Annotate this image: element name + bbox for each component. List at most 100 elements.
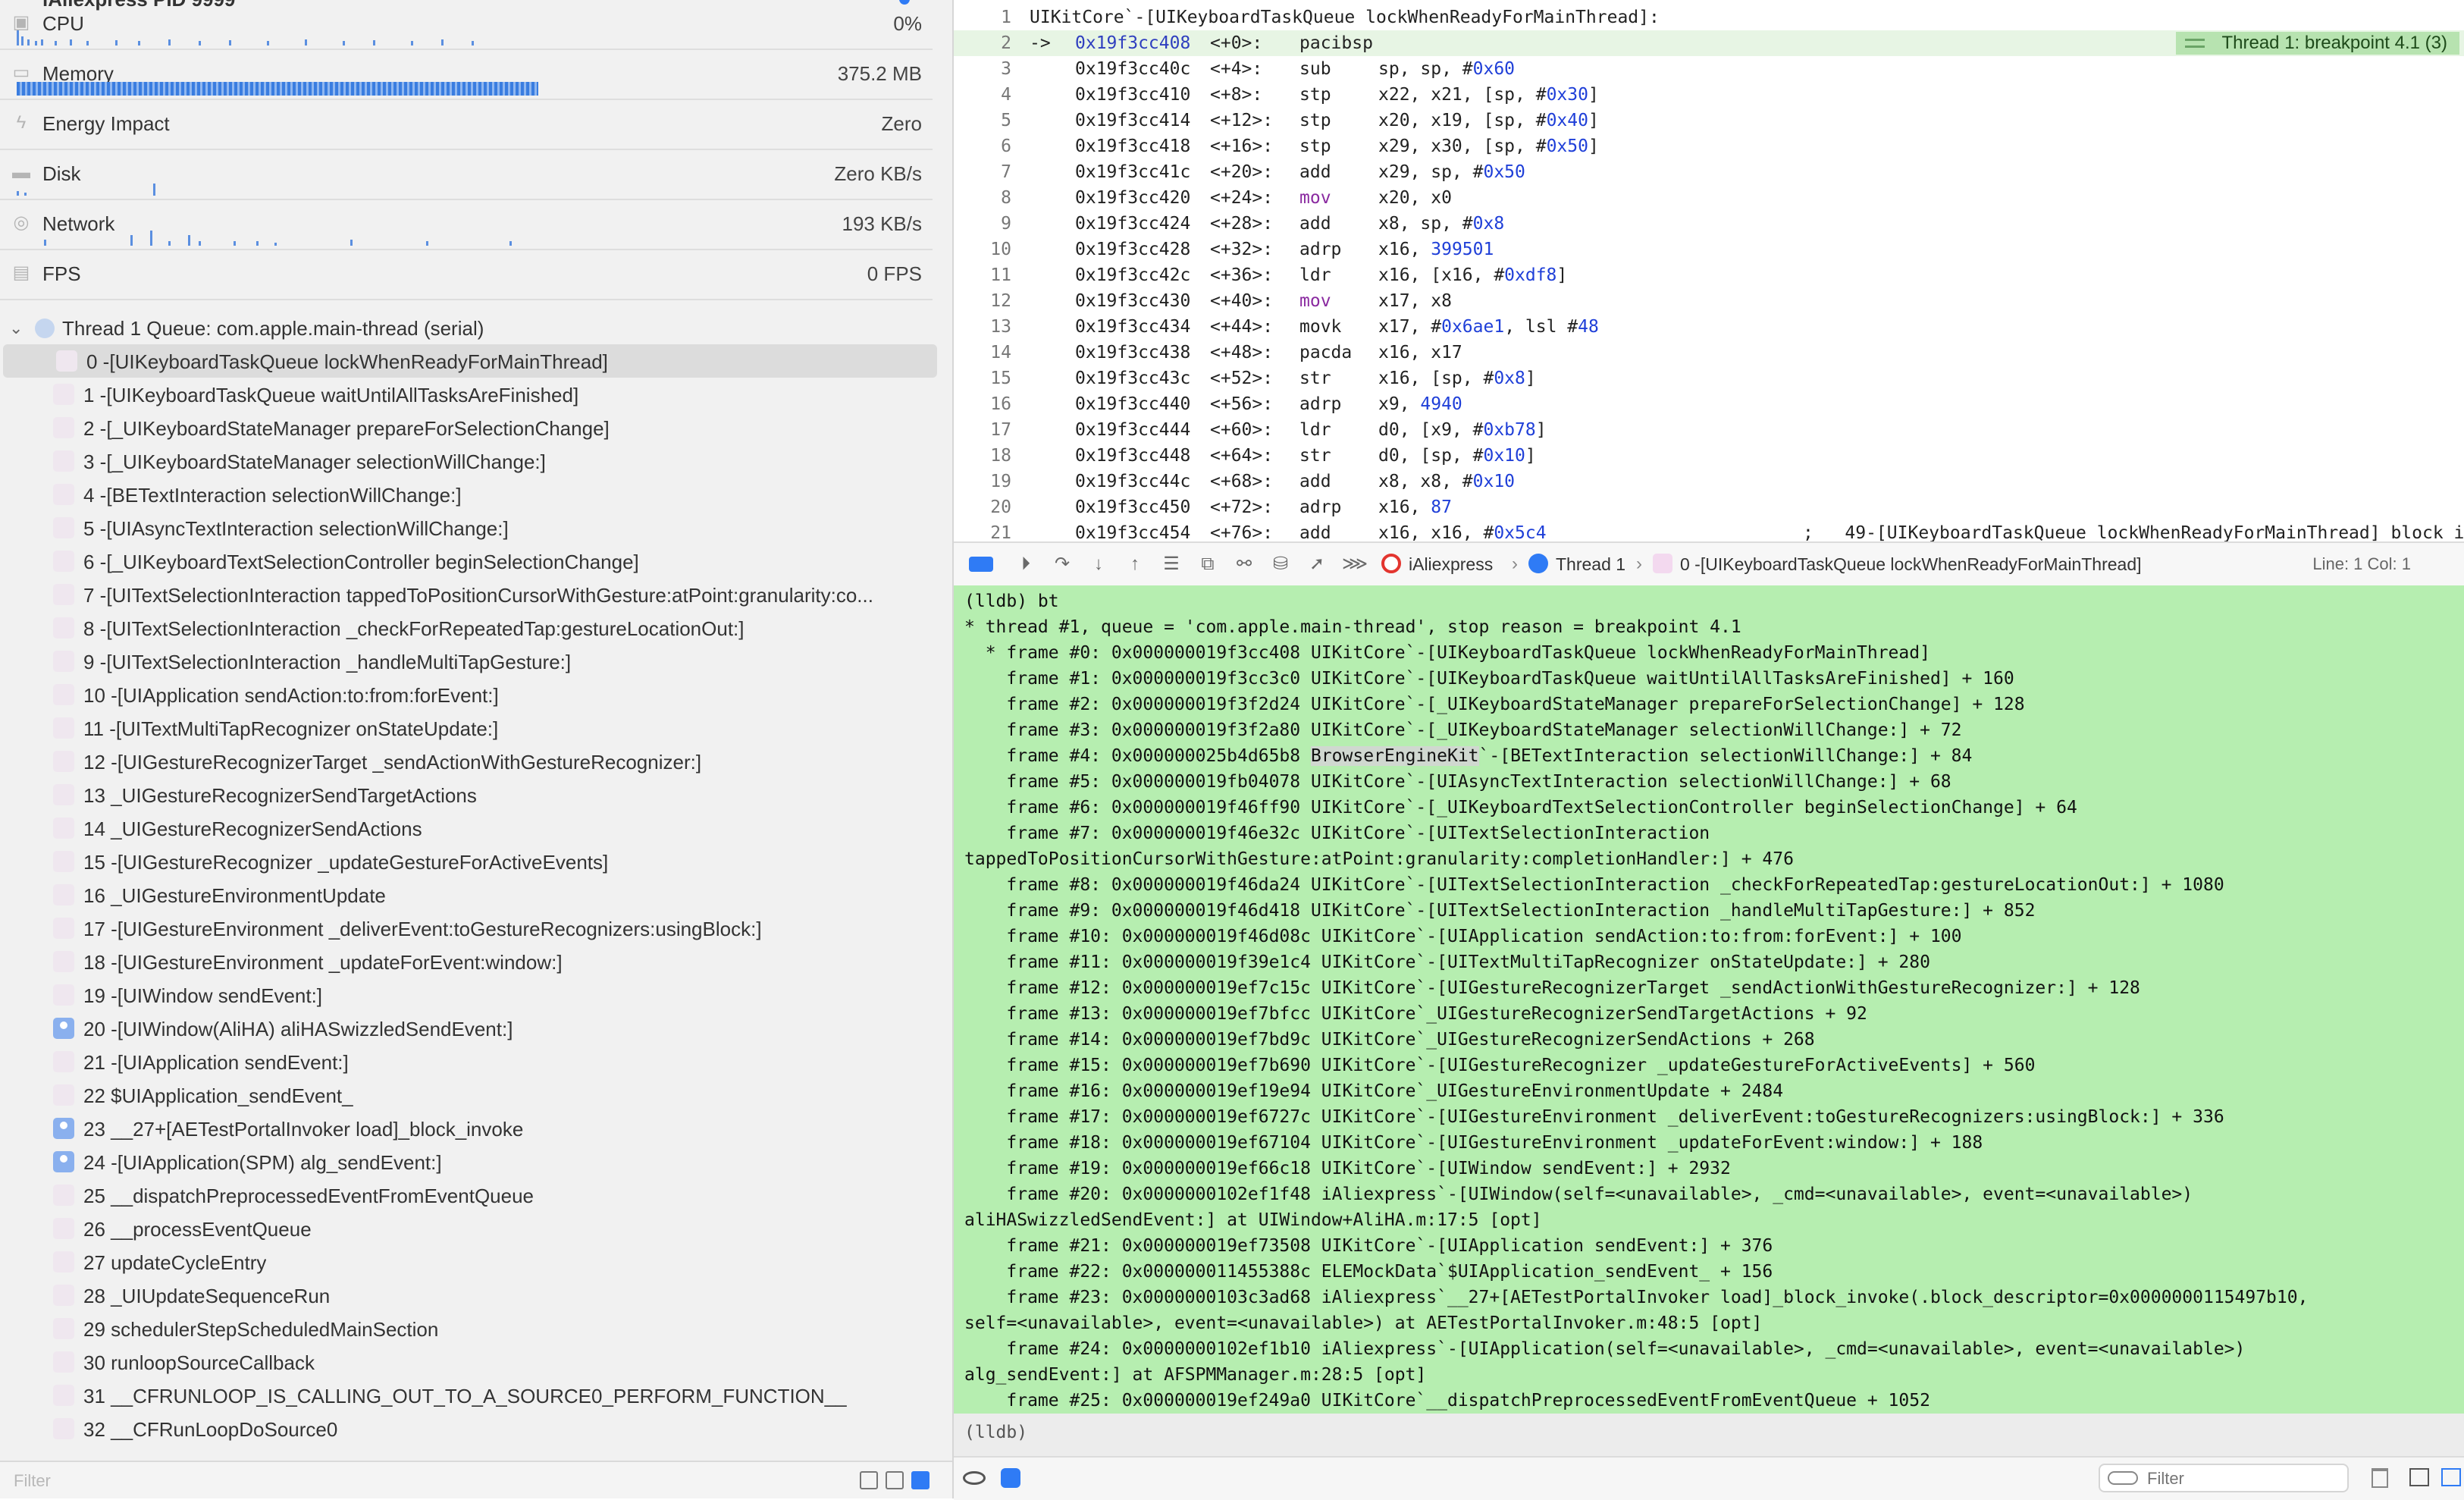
memory-graph-icon[interactable]: ⧉ xyxy=(1196,554,1219,575)
gauge-fps[interactable]: ▤ FPS 0 FPS xyxy=(0,250,933,300)
gauge-network[interactable]: ◎ Network 193 KB/s xyxy=(0,200,933,250)
code-line[interactable]: 4 0x19f3cc410 <+8>: stp x22, x21, [sp, #0x30… xyxy=(954,82,2464,108)
gauge-cpu[interactable]: ▣ CPU 0% xyxy=(0,0,933,50)
stack-frame-row[interactable]: 20 -[UIWindow(AliHA) aliHASwizzledSendEv… xyxy=(0,1012,937,1045)
gauge-disk[interactable]: ▬ Disk Zero KB/s xyxy=(0,150,933,200)
code-line[interactable]: 15 0x19f3cc43c <+52>: str x16, [sp, #0x8] xyxy=(954,366,2464,391)
step-over-icon[interactable]: ↷ xyxy=(1051,554,1074,575)
code-line[interactable]: 19 0x19f3cc44c <+68>: add x8, x8, #0x10 xyxy=(954,469,2464,494)
stack-frame-row[interactable]: 23 __27+[AETestPortalInvoker load]_block… xyxy=(0,1112,937,1145)
stack-frame-row[interactable]: 30 runloopSourceCallback xyxy=(0,1345,937,1379)
stack-frame-row[interactable]: 6 -[_UIKeyboardTextSelectionController b… xyxy=(0,544,937,578)
line-number: 19 xyxy=(990,472,1011,491)
gauge-energy[interactable]: ϟ Energy Impact Zero xyxy=(0,100,933,150)
instruction-address: 0x19f3cc430 xyxy=(1075,291,1191,311)
code-line[interactable]: 18 0x19f3cc448 <+64>: str d0, [sp, #0x10] xyxy=(954,443,2464,469)
stack-frame-row[interactable]: 32 __CFRunLoopDoSource0 xyxy=(0,1412,937,1445)
location-icon[interactable]: ➚ xyxy=(1306,554,1328,575)
console-input[interactable]: (lldb) xyxy=(954,1414,2464,1456)
thread-filter-icon[interactable]: ⋙ xyxy=(1342,554,1368,575)
stack-frame-row[interactable]: 2 -[_UIKeyboardStateManager prepareForSe… xyxy=(0,411,937,444)
console-line: frame #11: 0x000000019f39e1c4 UIKitCore`… xyxy=(964,952,1930,972)
line-number: 21 xyxy=(990,523,1011,541)
stack-frame-row[interactable]: 24 -[UIApplication(SPM) alg_sendEvent:] xyxy=(0,1145,937,1178)
breadcrumb-app[interactable]: iAliexpress xyxy=(1409,554,1493,575)
code-line[interactable]: 7 0x19f3cc41c <+20>: add x29, sp, #0x50 xyxy=(954,159,2464,185)
view-hierarchy-icon[interactable]: ☰ xyxy=(1160,554,1183,575)
stack-frame-label: 2 -[_UIKeyboardStateManager prepareForSe… xyxy=(83,417,610,440)
code-line[interactable]: 9 0x19f3cc424 <+28>: add x8, sp, #0x8 xyxy=(954,211,2464,237)
stack-frame-row[interactable]: 17 -[UIGestureEnvironment _deliverEvent:… xyxy=(0,912,937,945)
filter-user-icon[interactable] xyxy=(911,1471,929,1489)
code-line[interactable]: 6 0x19f3cc418 <+16>: stp x29, x30, [sp, #0x5… xyxy=(954,133,2464,159)
gauge-memory[interactable]: ▭ Memory 375.2 MB xyxy=(0,50,933,100)
step-into-icon[interactable]: ↓ xyxy=(1087,554,1110,575)
operand-immediate: 4940 xyxy=(1420,394,1462,414)
system-frame-icon xyxy=(53,1318,74,1339)
stack-frame-row[interactable]: 15 -[UIGestureRecognizer _updateGestureF… xyxy=(0,845,937,878)
thread-header[interactable]: ⌄ Thread 1 Queue: com.apple.main-thread … xyxy=(0,312,940,344)
stack-frame-row[interactable]: 4 -[BETextInteraction selectionWillChang… xyxy=(0,478,937,511)
stack-frame-row[interactable]: 16 _UIGestureEnvironmentUpdate xyxy=(0,878,937,912)
code-line[interactable]: 21 0x19f3cc454 <+76>: add x16, x16, #0x5c4 ; … xyxy=(954,520,2464,541)
stack-frame-row[interactable]: 5 -[UIAsyncTextInteraction selectionWill… xyxy=(0,511,937,544)
lldb-console-output[interactable]: (lldb) bt * thread #1, queue = 'com.apple… xyxy=(954,585,2464,1414)
split-right-icon[interactable] xyxy=(2441,1468,2461,1486)
stack-frame-row[interactable]: 9 -[UITextSelectionInteraction _handleMu… xyxy=(0,645,937,678)
breakpoints-toggle-button[interactable] xyxy=(969,557,993,572)
console-filter[interactable] xyxy=(2099,1464,2349,1492)
stack-frame-row[interactable]: 31 __CFRUNLOOP_IS_CALLING_OUT_TO_A_SOURC… xyxy=(0,1379,937,1412)
trash-icon[interactable] xyxy=(2372,1468,2388,1488)
code-line[interactable]: 20 0x19f3cc450 <+72>: adrp x16, 87 xyxy=(954,494,2464,520)
code-line[interactable]: 12 0x19f3cc430 <+40>: mov x17, x8 xyxy=(954,288,2464,314)
variables-view-icon[interactable] xyxy=(1001,1468,1020,1488)
filter-grid-icon[interactable] xyxy=(886,1471,904,1489)
stack-frame-row[interactable]: 28 _UIUpdateSequenceRun xyxy=(0,1279,937,1312)
simulate-icon[interactable]: ⛁ xyxy=(1269,554,1292,575)
stack-frame-row[interactable]: 29 schedulerStepScheduledMainSection xyxy=(0,1312,937,1345)
stack-frame-row[interactable]: 22 $UIApplication_sendEvent_ xyxy=(0,1078,937,1112)
breadcrumb-thread[interactable]: Thread 1 xyxy=(1556,554,1625,575)
filter-option-icon[interactable] xyxy=(860,1471,878,1489)
environment-icon[interactable]: ⚯ xyxy=(1233,554,1256,575)
code-line[interactable]: 16 0x19f3cc440 <+56>: adrp x9, 4940 xyxy=(954,391,2464,417)
stack-frame-row[interactable]: 8 -[UITextSelectionInteraction _checkFor… xyxy=(0,611,937,645)
step-out-icon[interactable]: ↑ xyxy=(1124,554,1146,575)
instruction-offset: <+4>: xyxy=(1210,59,1263,79)
code-line[interactable]: 11 0x19f3cc42c <+36>: ldr x16, [x16, #0xdf8] xyxy=(954,262,2464,288)
continue-icon[interactable]: ⏵ xyxy=(1014,554,1037,575)
code-line[interactable]: 5 0x19f3cc414 <+12>: stp x20, x19, [sp, #0x4… xyxy=(954,108,2464,133)
chevron-down-icon[interactable]: ⌄ xyxy=(9,319,23,338)
code-line[interactable]: 14 0x19f3cc438 <+48>: pacda x16, x17 xyxy=(954,340,2464,366)
stack-frame-row[interactable]: 18 -[UIGestureEnvironment _updateForEven… xyxy=(0,945,937,978)
stack-frame-row[interactable]: 21 -[UIApplication sendEvent:] xyxy=(0,1045,937,1078)
stack-frame-row[interactable]: 25 __dispatchPreprocessedEventFromEventQ… xyxy=(0,1178,937,1212)
stack-frame-row[interactable]: 14 _UIGestureRecognizerSendActions xyxy=(0,811,937,845)
code-line[interactable]: 3 0x19f3cc40c <+4>: sub sp, sp, #0x60 xyxy=(954,56,2464,82)
stack-frame-row[interactable]: 26 __processEventQueue xyxy=(0,1212,937,1245)
instruction-offset: <+68>: xyxy=(1210,472,1274,491)
stack-frame-row[interactable]: 1 -[UIKeyboardTaskQueue waitUntilAllTask… xyxy=(0,378,937,411)
navigator-filter-input[interactable]: Filter xyxy=(14,1471,51,1491)
console-filter-input[interactable] xyxy=(2146,1468,2338,1489)
eye-icon[interactable] xyxy=(963,1471,986,1485)
stack-frame-row[interactable]: 27 updateCycleEntry xyxy=(0,1245,937,1279)
code-line[interactable]: 8 0x19f3cc420 <+24>: mov x20, x0 xyxy=(954,185,2464,211)
stack-frame-row[interactable]: 7 -[UITextSelectionInteraction tappedToP… xyxy=(0,578,937,611)
disassembly-editor[interactable]: 1 UIKitCore`-[UIKeyboardTaskQueue lockWh… xyxy=(954,0,2464,541)
stack-frame-row[interactable]: 13 _UIGestureRecognizerSendTargetActions xyxy=(0,778,937,811)
code-line[interactable]: 17 0x19f3cc444 <+60>: ldr d0, [x9, #0xb78] xyxy=(954,417,2464,443)
operand-text: x16, xyxy=(1378,497,1431,517)
stack-frame-row[interactable]: 12 -[UIGestureRecognizerTarget _sendActi… xyxy=(0,745,937,778)
stack-frame-row[interactable]: 11 -[UITextMultiTapRecognizer onStateUpd… xyxy=(0,711,937,745)
stack-frame-row[interactable]: 10 -[UIApplication sendAction:to:from:fo… xyxy=(0,678,937,711)
split-left-icon[interactable] xyxy=(2409,1468,2429,1486)
breadcrumb-frame[interactable]: 0 -[UIKeyboardTaskQueue lockWhenReadyFor… xyxy=(1680,554,2142,575)
code-line[interactable]: 10 0x19f3cc428 <+32>: adrp x16, 399501 xyxy=(954,237,2464,262)
stack-frame-row[interactable]: 3 -[_UIKeyboardStateManager selectionWil… xyxy=(0,444,937,478)
instruction-address: 0x19f3cc41c xyxy=(1075,162,1191,182)
breakpoint-annotation[interactable]: Thread 1: breakpoint 4.1 (3) xyxy=(2176,32,2459,55)
stack-frame-row[interactable]: 0 -[UIKeyboardTaskQueue lockWhenReadyFor… xyxy=(3,344,937,378)
code-line[interactable]: 13 0x19f3cc434 <+44>: movk x17, #0x6ae1, lsl… xyxy=(954,314,2464,340)
stack-frame-row[interactable]: 19 -[UIWindow sendEvent:] xyxy=(0,978,937,1012)
